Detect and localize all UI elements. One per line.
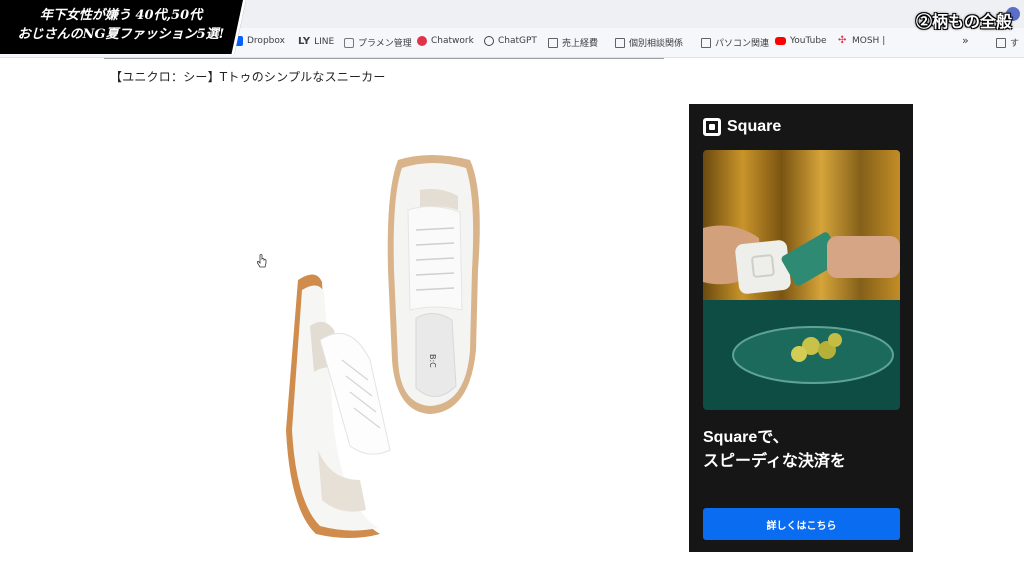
sneakers-product-image: B:C: [286, 155, 480, 538]
square-logo-icon: [703, 118, 721, 136]
bookmark-folder-pc[interactable]: パソコン関連: [701, 36, 769, 49]
square-ad[interactable]: Square Squareで、 スピーディな決済を 詳しくはこちら: [689, 104, 913, 552]
ad-learn-more-button[interactable]: 詳しくはこちら: [703, 508, 900, 540]
bookmark-dropbox[interactable]: Dropbox: [233, 36, 285, 46]
chatgpt-icon: [484, 36, 494, 46]
ad-headline-line2: スピーディな決済を: [703, 453, 846, 470]
chatwork-icon: [417, 36, 427, 46]
bookmark-other[interactable]: す: [996, 36, 1019, 49]
sneaker-top-view: B:C: [387, 155, 480, 414]
divider: [104, 58, 664, 59]
folder-icon: [615, 37, 625, 48]
folder-icon: [701, 37, 711, 48]
bookmark-label: MOSH |: [852, 36, 886, 46]
bookmark-folder-consult[interactable]: 個別相談関係: [615, 36, 683, 49]
bookmark-label: パソコン関連: [715, 39, 770, 49]
ad-brand-name: Square: [727, 118, 782, 135]
payment-scene-image: [703, 150, 900, 410]
ad-photo: [703, 150, 900, 410]
line-icon: LY: [298, 36, 311, 47]
chapter-label: ②柄もの全般: [915, 12, 1012, 31]
bookmark-label: す: [1010, 39, 1020, 49]
bookmark-label: Dropbox: [247, 36, 285, 46]
video-title: 年下女性が嫌う 40代,50代 おじさんのNG夏ファッション5選!: [6, 6, 236, 44]
video-title-line1: 年下女性が嫌う 40代,50代: [39, 8, 203, 23]
bookmark-label: プラメン管理: [358, 39, 412, 49]
youtube-icon: [775, 37, 786, 45]
hand-cursor-icon: [256, 254, 267, 268]
bookmark-chatwork[interactable]: Chatwork: [417, 36, 474, 46]
bookmark-youtube[interactable]: YouTube: [775, 36, 827, 46]
bookmarks-overflow-button[interactable]: »: [962, 34, 969, 47]
bookmark-label: Chatwork: [431, 36, 474, 46]
bookmark-plamen[interactable]: プラメン管理: [344, 36, 412, 49]
bookmark-mosh[interactable]: ✣ MOSH |: [838, 35, 886, 47]
ad-headline: Squareで、 スピーディな決済を: [703, 426, 846, 474]
video-title-line2: おじさんのNG夏ファッション5選!: [17, 27, 225, 42]
bookmark-chatgpt[interactable]: ChatGPT: [484, 36, 537, 46]
bookmark-line[interactable]: LY LINE: [298, 36, 334, 47]
puzzle-icon: [344, 37, 354, 48]
insole-mark: B:C: [428, 354, 437, 368]
article-heading: 【ユニクロ：シー】Tトゥのシンプルなスニーカー: [110, 70, 386, 84]
folder-icon: [548, 37, 558, 48]
bookmark-label: 個別相談関係: [629, 39, 684, 49]
sneaker-side-view: [286, 274, 391, 538]
ad-brand: Square: [703, 118, 781, 136]
bookmark-folder-sales[interactable]: 売上経費: [548, 36, 598, 49]
bookmark-label: 売上経費: [562, 39, 599, 49]
folder-icon: [996, 37, 1006, 48]
bookmark-label: LINE: [314, 36, 335, 47]
mosh-icon: ✣: [838, 35, 847, 46]
bookmark-label: ChatGPT: [498, 36, 537, 46]
ad-headline-line1: Squareで、: [703, 429, 789, 446]
bookmark-label: YouTube: [790, 36, 827, 46]
